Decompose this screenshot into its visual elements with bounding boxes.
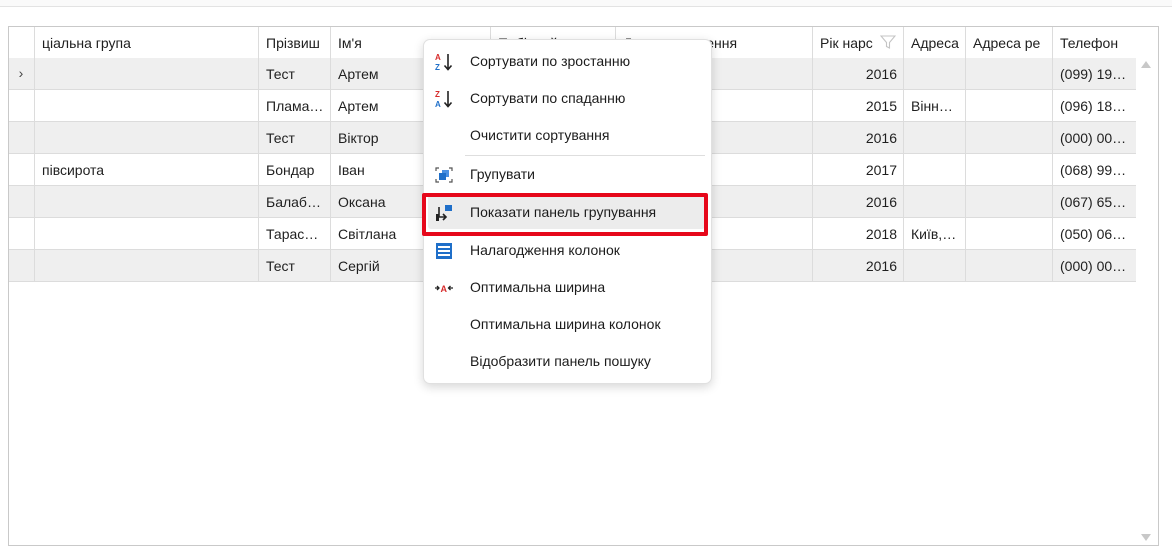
cell-address[interactable] — [903, 58, 965, 89]
cell-address[interactable] — [903, 154, 965, 185]
row-indicator[interactable]: › — [9, 58, 33, 89]
vertical-scrollbar[interactable] — [1137, 58, 1157, 544]
cell-registered-address[interactable] — [965, 58, 1052, 89]
cell-phone[interactable]: (000) 000-0 — [1052, 250, 1136, 281]
cell-phone[interactable]: (067) 654-3 — [1052, 186, 1136, 217]
cell-birth-year[interactable]: 2016 — [812, 122, 903, 153]
menu-item-label: Сортувати по зростанню — [470, 53, 631, 69]
cell-last-name[interactable]: Тест — [258, 122, 330, 153]
svg-text:A: A — [435, 53, 441, 62]
svg-text:Z: Z — [435, 90, 440, 99]
window-top-strip — [0, 0, 1172, 7]
svg-text:Z: Z — [435, 63, 440, 72]
cell-address[interactable]: Вінн… — [903, 90, 965, 121]
menu-item-label: Налагодження колонок — [470, 242, 620, 258]
column-header-registered-address[interactable]: Адреса ре — [965, 27, 1052, 58]
row-indicator[interactable] — [9, 90, 33, 121]
column-header-birth-year[interactable]: Рік нарс — [812, 27, 903, 58]
column-header-phone[interactable]: Телефон — [1052, 27, 1136, 58]
cell-phone[interactable]: (068) 998-5 — [1052, 154, 1136, 185]
scroll-down-icon[interactable] — [1141, 534, 1151, 541]
cell-birth-year[interactable]: 2016 — [812, 58, 903, 89]
header-indicator-cell — [9, 27, 34, 58]
row-indicator[interactable] — [9, 154, 33, 185]
column-chooser-icon — [436, 243, 452, 259]
cell-registered-address[interactable] — [965, 218, 1052, 249]
cell-last-name[interactable]: Плама… — [258, 90, 330, 121]
cell-last-name[interactable]: Бондар — [258, 154, 330, 185]
menu-item-sort-descending[interactable]: Z A Сортувати по спаданню — [424, 81, 711, 115]
sort-ascending-icon: A Z — [435, 53, 453, 72]
row-indicator[interactable] — [9, 250, 33, 281]
cell-social-group[interactable] — [34, 250, 258, 281]
cell-social-group[interactable] — [34, 218, 258, 249]
column-header-social-group[interactable]: ціальна група — [34, 27, 258, 58]
cell-phone[interactable]: (000) 000-0 — [1052, 122, 1136, 153]
menu-item-group[interactable]: Групувати — [424, 157, 711, 191]
cell-address[interactable]: Київ,… — [903, 218, 965, 249]
menu-item-best-fit[interactable]: A Оптимальна ширина — [424, 270, 711, 304]
filter-icon[interactable] — [880, 34, 896, 50]
cell-registered-address[interactable] — [965, 186, 1052, 217]
best-fit-icon: A — [435, 284, 453, 294]
cell-phone[interactable]: (099) 190-6 — [1052, 58, 1136, 89]
cell-last-name[interactable]: Балаб… — [258, 186, 330, 217]
menu-item-label: Групувати — [470, 166, 535, 182]
column-header-last-name[interactable]: Прізвиш — [258, 27, 330, 58]
cell-social-group[interactable] — [34, 122, 258, 153]
cell-registered-address[interactable] — [965, 250, 1052, 281]
cell-social-group[interactable] — [34, 186, 258, 217]
menu-item-clear-sorting[interactable]: Очистити сортування — [424, 118, 711, 152]
cell-phone[interactable]: (096) 185-1 — [1052, 90, 1136, 121]
cell-last-name[interactable]: Тест — [258, 58, 330, 89]
cell-last-name[interactable]: Тарасе… — [258, 218, 330, 249]
cell-birth-year[interactable]: 2015 — [812, 90, 903, 121]
menu-item-best-fit-all-columns[interactable]: Оптимальна ширина колонок — [424, 307, 711, 341]
cell-registered-address[interactable] — [965, 122, 1052, 153]
menu-item-sort-ascending[interactable]: A Z Сортувати по зростанню — [424, 44, 711, 78]
cell-registered-address[interactable] — [965, 154, 1052, 185]
cell-birth-year[interactable]: 2016 — [812, 186, 903, 217]
svg-text:A: A — [435, 100, 441, 109]
menu-separator — [465, 155, 705, 156]
row-indicator[interactable] — [9, 186, 33, 217]
cell-registered-address[interactable] — [965, 90, 1052, 121]
column-header-address[interactable]: Адреса — [903, 27, 965, 58]
menu-item-label: Сортувати по спаданню — [470, 90, 626, 106]
cell-social-group[interactable]: півсирота — [34, 154, 258, 185]
cell-address[interactable] — [903, 122, 965, 153]
cell-address[interactable] — [903, 250, 965, 281]
menu-item-column-chooser[interactable]: Налагодження колонок — [424, 233, 711, 267]
sort-descending-icon: Z A — [435, 90, 453, 109]
group-icon — [435, 167, 453, 183]
menu-item-label: Оптимальна ширина колонок — [470, 316, 661, 332]
column-header-birth-year-label: Рік нарс — [820, 35, 873, 51]
cell-birth-year[interactable]: 2017 — [812, 154, 903, 185]
scroll-up-icon[interactable] — [1141, 61, 1151, 68]
row-indicator[interactable] — [9, 122, 33, 153]
cell-last-name[interactable]: Тест — [258, 250, 330, 281]
svg-text:A: A — [441, 284, 448, 294]
cell-birth-year[interactable]: 2016 — [812, 250, 903, 281]
cell-birth-year[interactable]: 2018 — [812, 218, 903, 249]
menu-item-label: Відобразити панель пошуку — [470, 353, 651, 369]
highlight-annotation-box — [422, 193, 708, 236]
cell-social-group[interactable] — [34, 58, 258, 89]
row-indicator[interactable] — [9, 218, 33, 249]
cell-social-group[interactable] — [34, 90, 258, 121]
cell-address[interactable] — [903, 186, 965, 217]
menu-item-show-search-panel[interactable]: Відобразити панель пошуку — [424, 344, 711, 378]
cell-phone[interactable]: (050) 063-4 — [1052, 218, 1136, 249]
menu-item-label: Оптимальна ширина — [470, 279, 606, 295]
menu-item-label: Очистити сортування — [470, 127, 610, 143]
